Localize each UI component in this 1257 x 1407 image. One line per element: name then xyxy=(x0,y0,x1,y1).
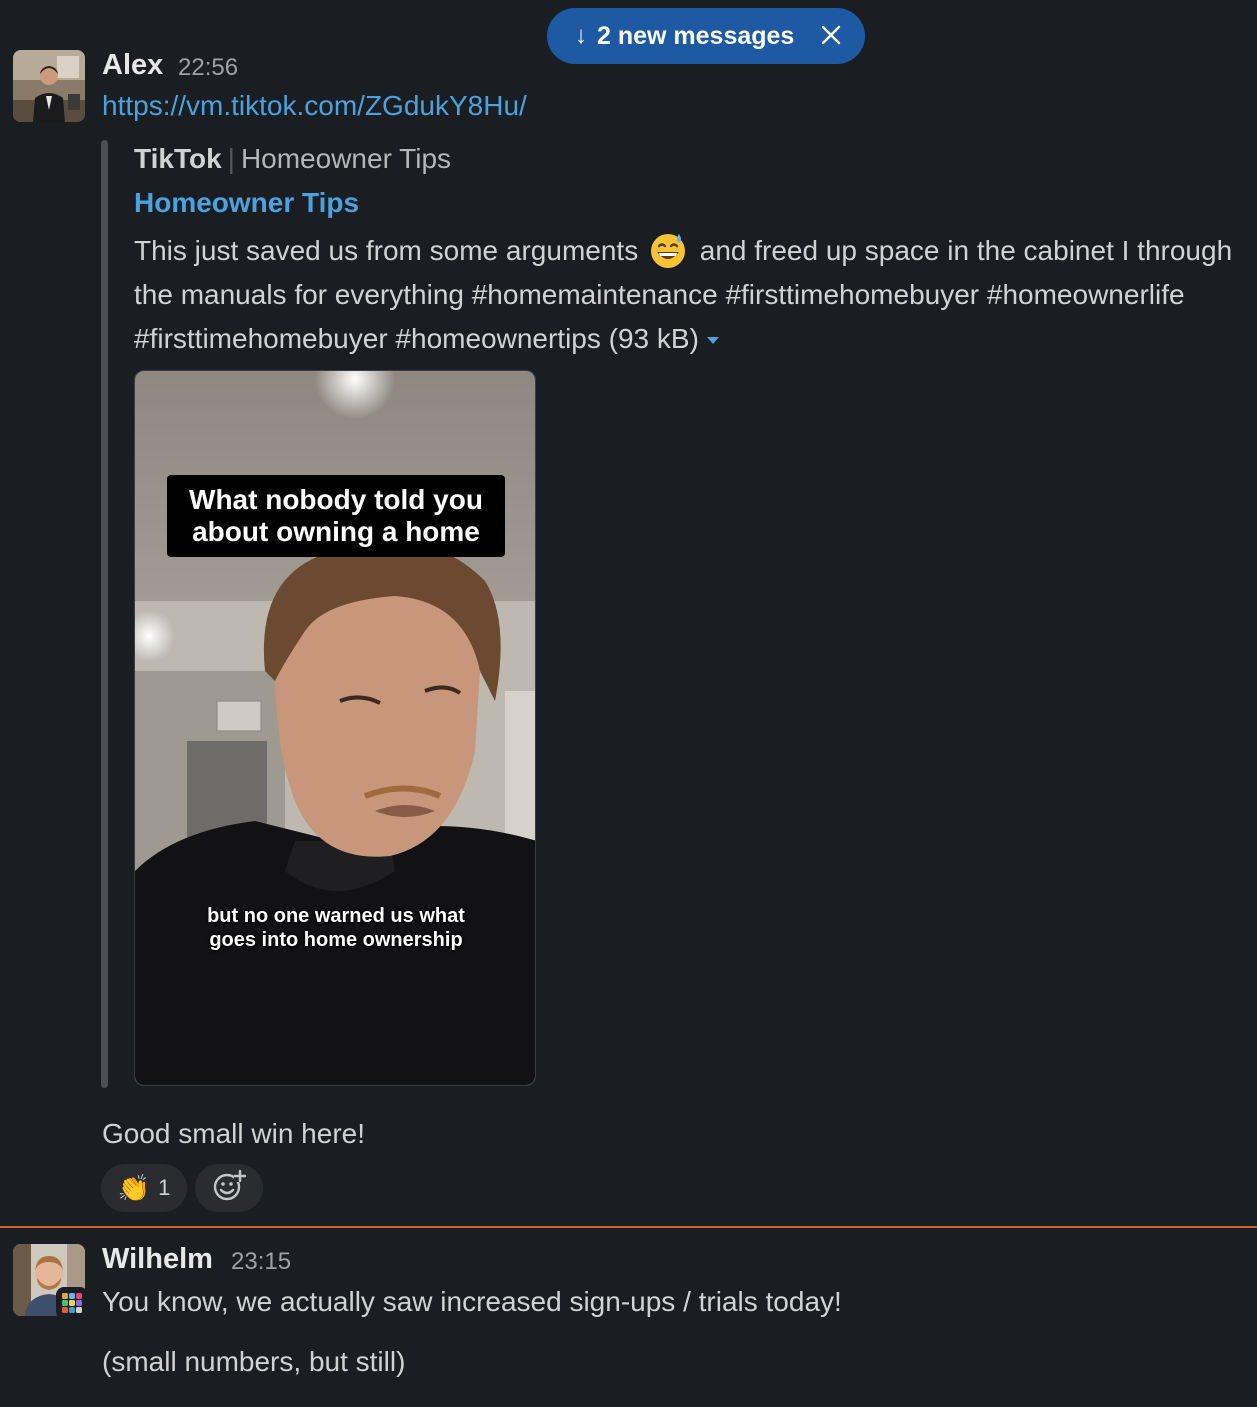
message-link[interactable]: https://vm.tiktok.com/ZGdukY8Hu/ xyxy=(102,90,527,122)
unfurl-separator: | xyxy=(227,143,235,174)
down-arrow-icon: ↓ xyxy=(575,22,587,49)
message-author[interactable]: Wilhelm xyxy=(102,1243,213,1276)
video-thumbnail[interactable]: What nobody told you about owning a home… xyxy=(134,370,536,1086)
reaction-clap[interactable]: 👏 1 xyxy=(101,1164,187,1212)
unfurl-description-part1: This just saved us from some arguments xyxy=(134,235,639,266)
unfurl-service-name: TikTok xyxy=(134,143,222,174)
app-grid-icon xyxy=(56,1287,88,1319)
close-icon[interactable] xyxy=(815,19,847,51)
message-author[interactable]: Alex xyxy=(102,49,163,82)
unfurl-title[interactable]: Homeowner Tips xyxy=(134,187,359,219)
reaction-count: 1 xyxy=(158,1175,171,1200)
message-text: Good small win here! xyxy=(102,1118,366,1149)
add-reaction-button[interactable] xyxy=(195,1164,263,1212)
unfurl-source: TikTok | Homeowner Tips xyxy=(134,143,451,175)
unfurl-border xyxy=(101,140,108,1088)
new-messages-label: 2 new messages xyxy=(597,21,795,50)
unfurl-service-subtitle: Homeowner Tips xyxy=(240,143,452,174)
new-messages-divider xyxy=(0,1226,1257,1228)
chevron-down-icon[interactable] xyxy=(706,337,719,345)
message-text-continued: (small numbers, but still) xyxy=(102,1346,406,1377)
message-text: You know, we actually saw increased sign… xyxy=(102,1286,842,1317)
grinning-sweat-emoji-icon xyxy=(648,230,688,270)
clapping-hands-emoji-icon: 👏 xyxy=(117,1172,151,1203)
chat-page: ↓ 2 new messages Alex 22:56 https://vm.t… xyxy=(0,0,1257,1407)
video-caption-bottom: but no one warned us what goes into home… xyxy=(207,905,465,951)
message-timestamp[interactable]: 23:15 xyxy=(231,1248,291,1276)
video-caption-top: What nobody told you about owning a home xyxy=(167,475,505,557)
unfurl-description: This just saved us from some arguments a… xyxy=(134,229,1234,361)
new-messages-banner[interactable]: ↓ 2 new messages xyxy=(547,8,865,64)
add-emoji-icon xyxy=(212,1169,247,1208)
avatar-alex[interactable] xyxy=(13,50,85,122)
message-timestamp[interactable]: 22:56 xyxy=(178,54,238,82)
